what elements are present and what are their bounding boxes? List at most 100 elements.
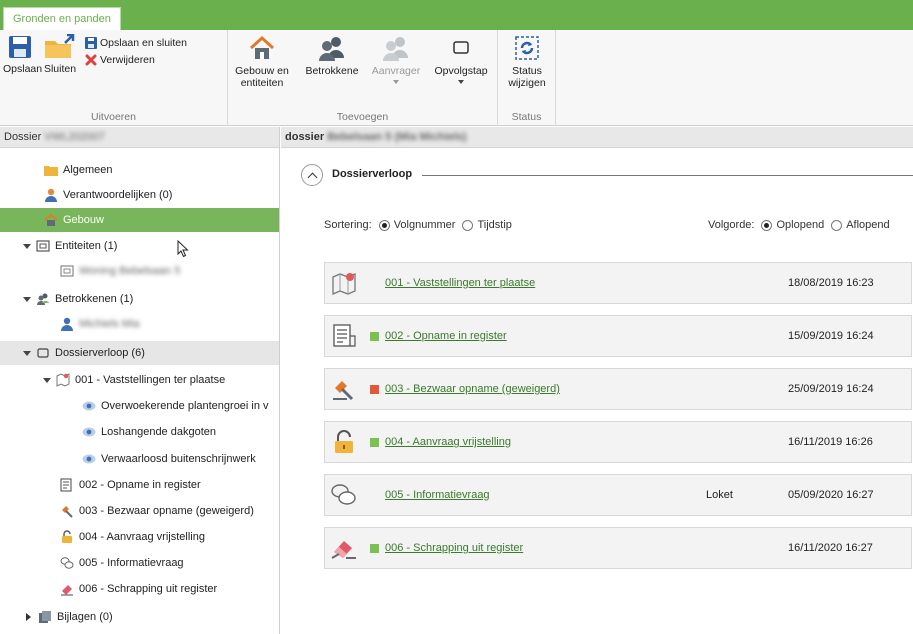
- step-card[interactable]: 003 - Bezwaar opname (geweigerd) 25/09/2…: [324, 368, 912, 410]
- step-datetime: 18/08/2019 16:23: [788, 277, 874, 289]
- tree-item-observation[interactable]: Loshangende dakgoten: [0, 420, 279, 444]
- step-card[interactable]: 004 - Aanvraag vrijstelling 16/11/2019 1…: [324, 421, 912, 463]
- add-aanvrager-button[interactable]: Aanvrager: [368, 34, 424, 84]
- status-indicator: [370, 332, 379, 341]
- gavel-icon: [60, 504, 74, 518]
- tree-label: Entiteiten (1): [55, 240, 118, 252]
- sort-label: Sortering:: [324, 219, 372, 231]
- tree-label: Dossierverloop (6): [55, 347, 145, 359]
- order-oplopend-label[interactable]: Oplopend: [776, 219, 824, 231]
- tree-item-verantwoordelijken[interactable]: Verantwoordelijken (0): [0, 183, 279, 207]
- order-label: Volgorde:: [708, 219, 755, 231]
- tree-label: 005 - Informatievraag: [79, 557, 184, 569]
- save-button[interactable]: Opslaan: [3, 34, 42, 75]
- tree-item-betrokkenen[interactable]: Betrokkenen (1): [0, 287, 279, 311]
- tree-item-entiteiten[interactable]: Entiteiten (1): [0, 234, 279, 258]
- expand-toggle[interactable]: [22, 349, 31, 358]
- tree-item-gebouw[interactable]: Gebouw: [0, 208, 279, 232]
- tree-label: Gebouw: [63, 214, 104, 226]
- tab-gronden-en-panden[interactable]: Gronden en panden: [3, 7, 121, 31]
- ribbon-group-uitvoeren: Opslaan Sluiten Opslaan en sluiten Verwi…: [0, 30, 228, 126]
- expand-toggle[interactable]: [42, 376, 51, 385]
- chevron-up-icon: [307, 172, 317, 182]
- user-icon: [44, 188, 58, 202]
- step-link[interactable]: 005 - Informatievraag: [385, 489, 490, 501]
- close-button[interactable]: Sluiten: [40, 34, 80, 75]
- person-icon: [60, 317, 74, 331]
- step-link[interactable]: 002 - Opname in register: [385, 330, 507, 342]
- sort-volgnummer-label[interactable]: Volgnummer: [394, 219, 456, 231]
- eye-icon: [82, 399, 96, 413]
- map-icon: [56, 373, 70, 387]
- tree-item-observation[interactable]: Verwaarloosd buitenschrijnwerk: [0, 447, 279, 471]
- title-bar: Gronden en panden: [0, 0, 913, 31]
- step-datetime: 16/11/2020 16:27: [788, 542, 873, 554]
- step-card[interactable]: 002 - Opname in register 15/09/2019 16:2…: [324, 315, 912, 357]
- close-label: Sluiten: [43, 63, 77, 75]
- step-link[interactable]: 004 - Aanvraag vrijstelling: [385, 436, 511, 448]
- eye-icon: [82, 452, 96, 466]
- sort-volgnummer-radio[interactable]: [378, 219, 390, 231]
- add-betrokkene-button[interactable]: Betrokkene: [302, 34, 362, 77]
- change-status-button[interactable]: Status wijzigen: [504, 34, 550, 89]
- status-refresh-icon: [515, 36, 539, 60]
- save-icon: [9, 36, 31, 58]
- status-indicator: [370, 385, 379, 394]
- order-oplopend-radio[interactable]: [761, 219, 773, 231]
- sort-tijdstip-label[interactable]: Tijdstip: [477, 219, 511, 231]
- tree-item-dossierverloop[interactable]: Dossierverloop (6): [0, 341, 279, 365]
- register-icon: [333, 324, 356, 347]
- tree-item-bijlagen[interactable]: Bijlagen (0): [0, 605, 279, 629]
- tree-label: 006 - Schrapping uit register: [79, 583, 218, 595]
- chat-icon: [331, 484, 356, 505]
- tree-item-observation[interactable]: Overwoekerende plantengroei in v: [0, 394, 279, 418]
- tree-item-entity-woning[interactable]: Woning Bebelsaan 5: [0, 259, 279, 283]
- sort-tijdstip-radio[interactable]: [462, 219, 474, 231]
- tree-item-person[interactable]: Michiels Mia: [0, 312, 279, 336]
- step-link[interactable]: 001 - Vaststellingen ter plaatse: [385, 277, 535, 289]
- tree-item-step-004[interactable]: 004 - Aanvraag vrijstelling: [0, 525, 279, 549]
- expand-toggle[interactable]: [22, 295, 31, 304]
- add-opvolgstap-button[interactable]: Opvolgstap: [430, 34, 492, 84]
- status-indicator: [370, 438, 379, 447]
- step-card[interactable]: 006 - Schrapping uit register 16/11/2020…: [324, 527, 912, 569]
- tree-item-step-001[interactable]: 001 - Vaststellingen ter plaatse: [0, 368, 279, 392]
- betrokkene-label: Betrokkene: [305, 65, 359, 77]
- tree-item-algemeen[interactable]: Algemeen: [0, 158, 279, 182]
- section-title: Dossierverloop: [332, 168, 413, 180]
- step-link[interactable]: 006 - Schrapping uit register: [385, 542, 523, 554]
- step-link[interactable]: 003 - Bezwaar opname (geweigerd): [385, 383, 560, 395]
- status-indicator: [370, 544, 379, 553]
- building-label-1: Gebouw en: [235, 65, 289, 77]
- expand-toggle[interactable]: [22, 242, 31, 251]
- step-icon: [36, 346, 50, 360]
- detail-header: dossier Bebelsaan 5 (Mia Michiels): [281, 127, 913, 148]
- tree-label: 004 - Aanvraag vrijstelling: [79, 531, 205, 543]
- collapse-section-button[interactable]: [301, 164, 323, 186]
- tree-label: Michiels Mia: [79, 318, 140, 330]
- tree-item-step-003[interactable]: 003 - Bezwaar opname (geweigerd): [0, 499, 279, 523]
- tree-label: Verantwoordelijken (0): [63, 189, 173, 201]
- expand-toggle[interactable]: [24, 613, 33, 622]
- delete-label: Verwijderen: [100, 54, 155, 66]
- tree-label: 002 - Opname in register: [79, 479, 201, 491]
- save-and-close-button[interactable]: Opslaan en sluiten: [85, 37, 187, 49]
- detail-header-address: Bebelsaan 5 (Mia Michiels): [327, 131, 467, 143]
- order-aflopend-label[interactable]: Aflopend: [846, 219, 889, 231]
- building-entities-button[interactable]: Gebouw en entiteiten: [232, 34, 292, 89]
- ribbon-group-status: Status wijzigen Status: [498, 30, 556, 126]
- dossier-detail-panel: dossier Bebelsaan 5 (Mia Michiels) Dossi…: [281, 127, 913, 634]
- entity-icon: [60, 264, 74, 278]
- opvolgstap-label: Opvolgstap: [434, 65, 488, 77]
- house-icon: [44, 213, 58, 227]
- tree-item-step-006[interactable]: 006 - Schrapping uit register: [0, 577, 279, 601]
- step-card[interactable]: 001 - Vaststellingen ter plaatse 18/08/2…: [324, 262, 912, 304]
- tree-item-step-005[interactable]: 005 - Informatievraag: [0, 551, 279, 575]
- tree-item-step-002[interactable]: 002 - Opname in register: [0, 473, 279, 497]
- unlock-icon: [335, 430, 353, 453]
- order-aflopend-radio[interactable]: [831, 219, 843, 231]
- step-card[interactable]: 005 - Informatievraag Loket 05/09/2020 1…: [324, 474, 912, 516]
- step-datetime: 15/09/2019 16:24: [788, 330, 874, 342]
- delete-button[interactable]: Verwijderen: [85, 54, 155, 66]
- people-icon: [36, 292, 50, 306]
